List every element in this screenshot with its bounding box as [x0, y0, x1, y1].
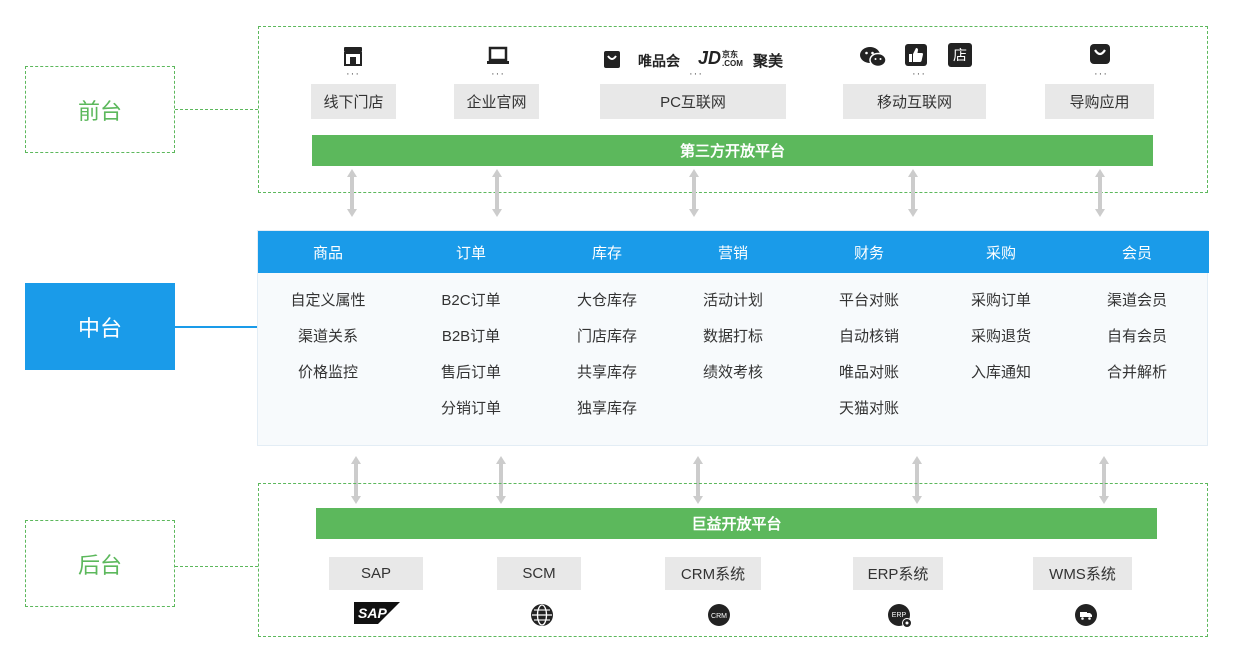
- column-purchase: 采购订单 采购退货 入库通知: [931, 281, 1071, 389]
- column-header-text: 订单: [455, 244, 486, 262]
- column-header-text: 营销: [717, 244, 748, 262]
- system-label: SAP: [360, 565, 391, 582]
- column-member: 渠道会员 自有会员 合并解析: [1067, 281, 1207, 389]
- system-label: ERP系统: [867, 566, 929, 583]
- column-header-member[interactable]: 会员: [1067, 231, 1207, 273]
- crm-icon: CRM: [706, 602, 732, 628]
- column-finance: 平台对账 自动核销 唯品对账 天猫对账: [799, 281, 939, 425]
- list-item[interactable]: 渠道会员: [1067, 281, 1207, 317]
- crm-badge-text: CRM: [711, 613, 727, 620]
- list-item[interactable]: 分销订单: [401, 389, 541, 425]
- list-item[interactable]: 采购订单: [931, 281, 1071, 317]
- list-item[interactable]: 唯品对账: [799, 353, 939, 389]
- back-connector: [175, 566, 258, 567]
- system-erp[interactable]: ERP系统: [853, 557, 943, 590]
- sap-logo-icon: SAP: [354, 601, 400, 625]
- column-header-inventory[interactable]: 库存: [537, 231, 677, 273]
- open-platform-label: 巨益开放平台: [691, 516, 782, 533]
- list-item[interactable]: 自有会员: [1067, 317, 1207, 353]
- column-inventory: 大仓库存 门店库存 共享库存 独享库存: [537, 281, 677, 425]
- column-header-product[interactable]: 商品: [258, 231, 398, 273]
- list-item[interactable]: 价格监控: [258, 353, 398, 389]
- column-product: 自定义属性 渠道关系 价格监控: [258, 281, 398, 389]
- list-item[interactable]: 渠道关系: [258, 317, 398, 353]
- arrow-front-mid-2: [492, 169, 502, 217]
- system-wms[interactable]: WMS系统: [1033, 557, 1132, 590]
- middle-tier-label: 中台: [25, 283, 175, 370]
- column-header-text: 财务: [853, 244, 884, 262]
- list-item[interactable]: 活动计划: [663, 281, 803, 317]
- column-marketing: 活动计划 数据打标 绩效考核: [663, 281, 803, 389]
- erp-badge-text: ERP: [892, 612, 907, 619]
- column-header-text: 采购: [985, 244, 1016, 262]
- arrow-front-mid-4: [908, 169, 918, 217]
- middle-header-bar: 商品 订单 库存 营销 财务 采购 会员: [258, 231, 1209, 273]
- column-order: B2C订单 B2B订单 售后订单 分销订单: [401, 281, 541, 425]
- truck-icon: [1073, 602, 1099, 628]
- list-item[interactable]: 自定义属性: [258, 281, 398, 317]
- sap-badge-text: SAP: [358, 605, 387, 621]
- list-item[interactable]: 数据打标: [663, 317, 803, 353]
- list-item[interactable]: 入库通知: [931, 353, 1071, 389]
- column-header-marketing[interactable]: 营销: [663, 231, 803, 273]
- middle-tier-panel: 商品 订单 库存 营销 财务 采购 会员 自定义属性 渠道关系 价格监控 B2C…: [257, 230, 1209, 446]
- list-item[interactable]: 合并解析: [1067, 353, 1207, 389]
- list-item[interactable]: B2C订单: [401, 281, 541, 317]
- system-scm[interactable]: SCM: [497, 557, 581, 590]
- back-tier-label: 后台: [25, 520, 175, 607]
- system-label: SCM: [522, 565, 556, 582]
- open-platform-bar[interactable]: 巨益开放平台: [316, 508, 1157, 539]
- column-header-order[interactable]: 订单: [401, 231, 541, 273]
- list-item[interactable]: 独享库存: [537, 389, 677, 425]
- column-header-finance[interactable]: 财务: [799, 231, 939, 273]
- list-item[interactable]: 平台对账: [799, 281, 939, 317]
- list-item[interactable]: 售后订单: [401, 353, 541, 389]
- middle-tier-text: 中台: [77, 315, 122, 341]
- arrow-front-mid-3: [689, 169, 699, 217]
- list-item[interactable]: 共享库存: [537, 353, 677, 389]
- globe-icon: [529, 602, 555, 628]
- list-item[interactable]: 采购退货: [931, 317, 1071, 353]
- column-header-text: 商品: [312, 244, 343, 262]
- column-header-purchase[interactable]: 采购: [931, 231, 1071, 273]
- list-item[interactable]: B2B订单: [401, 317, 541, 353]
- back-tier-text: 后台: [77, 552, 122, 578]
- system-label: CRM系统: [680, 566, 746, 583]
- column-header-text: 会员: [1121, 244, 1152, 262]
- list-item[interactable]: 自动核销: [799, 317, 939, 353]
- arrow-front-mid-5: [1095, 169, 1105, 217]
- system-label: WMS系统: [1049, 566, 1116, 583]
- erp-icon: ERP: [886, 602, 914, 630]
- list-item[interactable]: 门店库存: [537, 317, 677, 353]
- system-crm[interactable]: CRM系统: [665, 557, 761, 590]
- system-sap[interactable]: SAP: [329, 557, 423, 590]
- list-item[interactable]: 大仓库存: [537, 281, 677, 317]
- list-item[interactable]: 天猫对账: [799, 389, 939, 425]
- arrow-front-mid-1: [347, 169, 357, 217]
- middle-connector: [175, 326, 257, 328]
- list-item[interactable]: 绩效考核: [663, 353, 803, 389]
- column-header-text: 库存: [591, 244, 622, 262]
